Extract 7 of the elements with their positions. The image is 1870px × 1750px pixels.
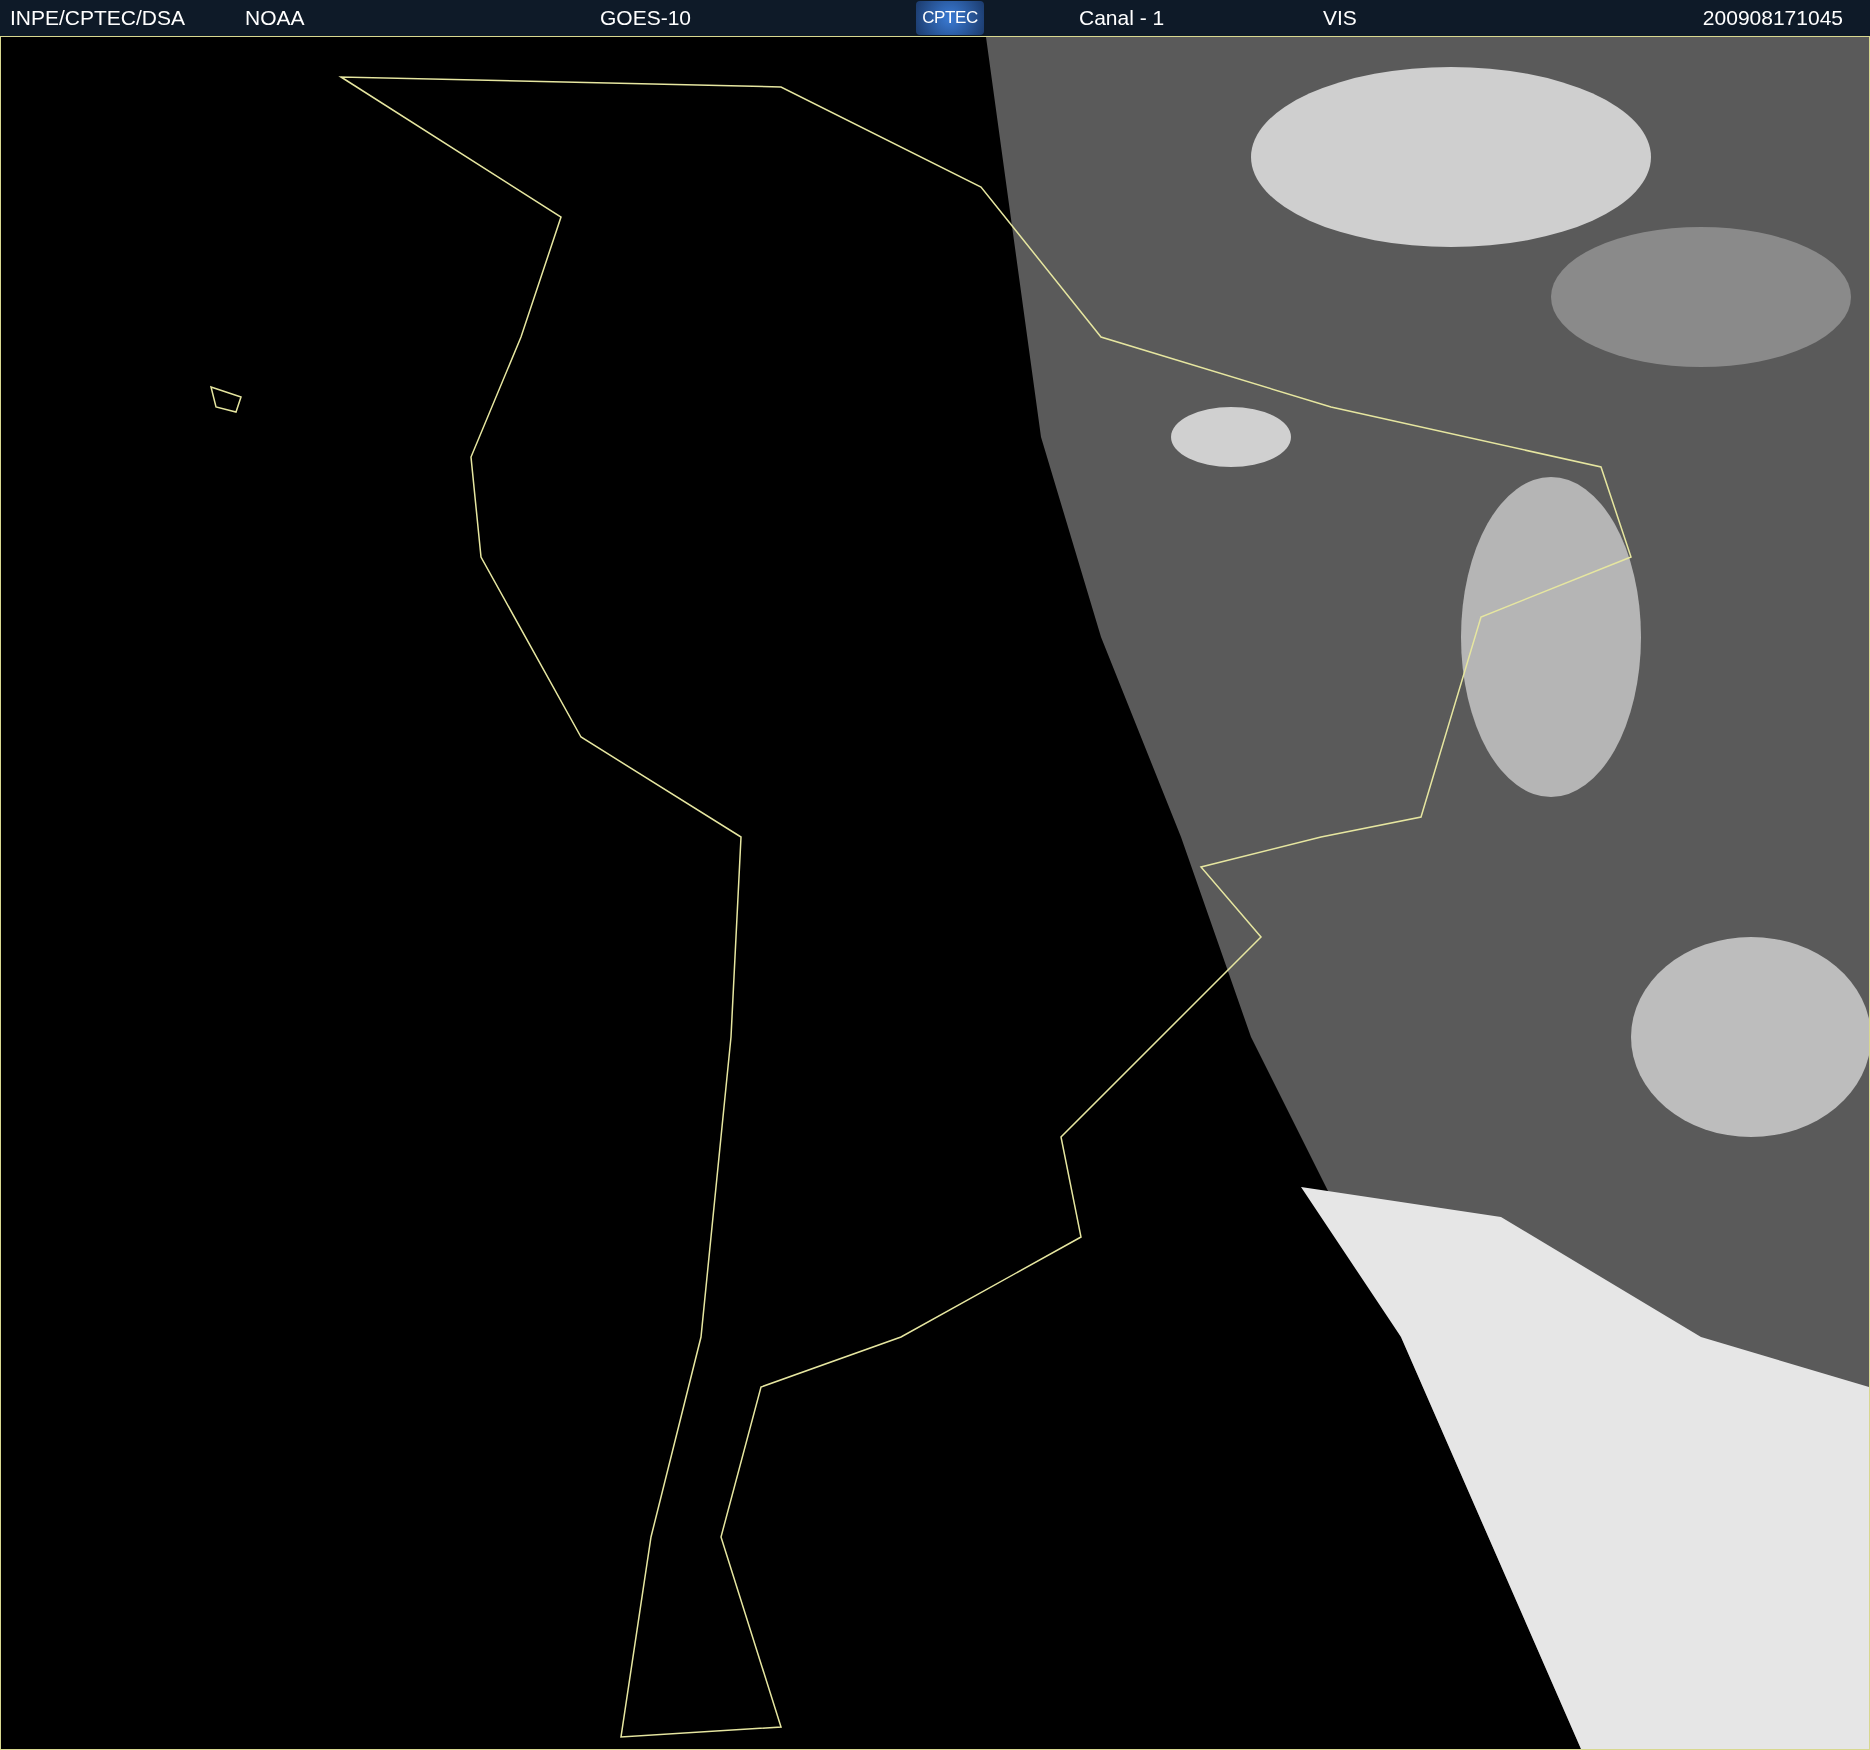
logo: CPTEC <box>916 1 984 35</box>
channel-label: Canal - 1 <box>1079 5 1166 32</box>
source-label: INPE/CPTEC/DSA <box>10 5 187 32</box>
band-label: VIS <box>1323 5 1357 32</box>
satellite-label: GOES-10 <box>600 5 693 32</box>
agency-label: NOAA <box>245 5 306 32</box>
timestamp-label: 200908171045 <box>1702 5 1844 32</box>
